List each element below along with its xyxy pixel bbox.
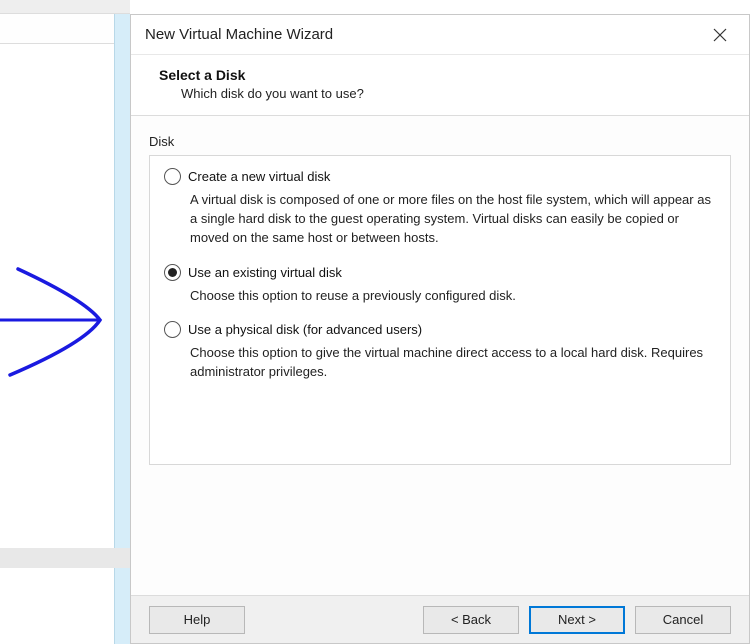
wizard-dialog: New Virtual Machine Wizard Select a Disk… <box>130 14 750 644</box>
option-label: Use a physical disk (for advanced users) <box>188 322 422 337</box>
option-description: Choose this option to reuse a previously… <box>164 287 716 306</box>
option-use-existing-disk: Use an existing virtual disk Choose this… <box>164 264 716 306</box>
cancel-button[interactable]: Cancel <box>635 606 731 634</box>
back-button[interactable]: < Back <box>423 606 519 634</box>
group-label-disk: Disk <box>149 134 731 149</box>
wizard-step-title: Select a Disk <box>159 67 721 83</box>
option-description: Choose this option to give the virtual m… <box>164 344 716 382</box>
disk-options-group: Create a new virtual disk A virtual disk… <box>149 155 731 465</box>
dialog-title: New Virtual Machine Wizard <box>145 26 705 43</box>
titlebar: New Virtual Machine Wizard <box>131 15 749 55</box>
option-use-physical-disk: Use a physical disk (for advanced users)… <box>164 321 716 382</box>
wizard-body: Disk Create a new virtual disk A virtual… <box>131 116 749 595</box>
bg-statusbar <box>0 548 130 568</box>
radio-create-new-disk[interactable]: Create a new virtual disk <box>164 168 716 185</box>
wizard-header: Select a Disk Which disk do you want to … <box>131 55 749 116</box>
radio-use-existing-disk[interactable]: Use an existing virtual disk <box>164 264 716 281</box>
next-button[interactable]: Next > <box>529 606 625 634</box>
bg-toolbar <box>0 14 130 44</box>
radio-use-physical-disk[interactable]: Use a physical disk (for advanced users) <box>164 321 716 338</box>
option-label: Use an existing virtual disk <box>188 265 342 280</box>
radio-icon <box>164 264 181 281</box>
option-create-new-disk: Create a new virtual disk A virtual disk… <box>164 168 716 248</box>
radio-icon <box>164 321 181 338</box>
wizard-footer: Help < Back Next > Cancel <box>131 595 749 643</box>
close-button[interactable] <box>705 20 735 50</box>
wizard-step-subtitle: Which disk do you want to use? <box>159 86 721 101</box>
option-label: Create a new virtual disk <box>188 169 330 184</box>
radio-icon <box>164 168 181 185</box>
bg-menubar <box>0 0 130 14</box>
option-description: A virtual disk is composed of one or mor… <box>164 191 716 248</box>
help-button[interactable]: Help <box>149 606 245 634</box>
close-icon <box>713 28 727 42</box>
